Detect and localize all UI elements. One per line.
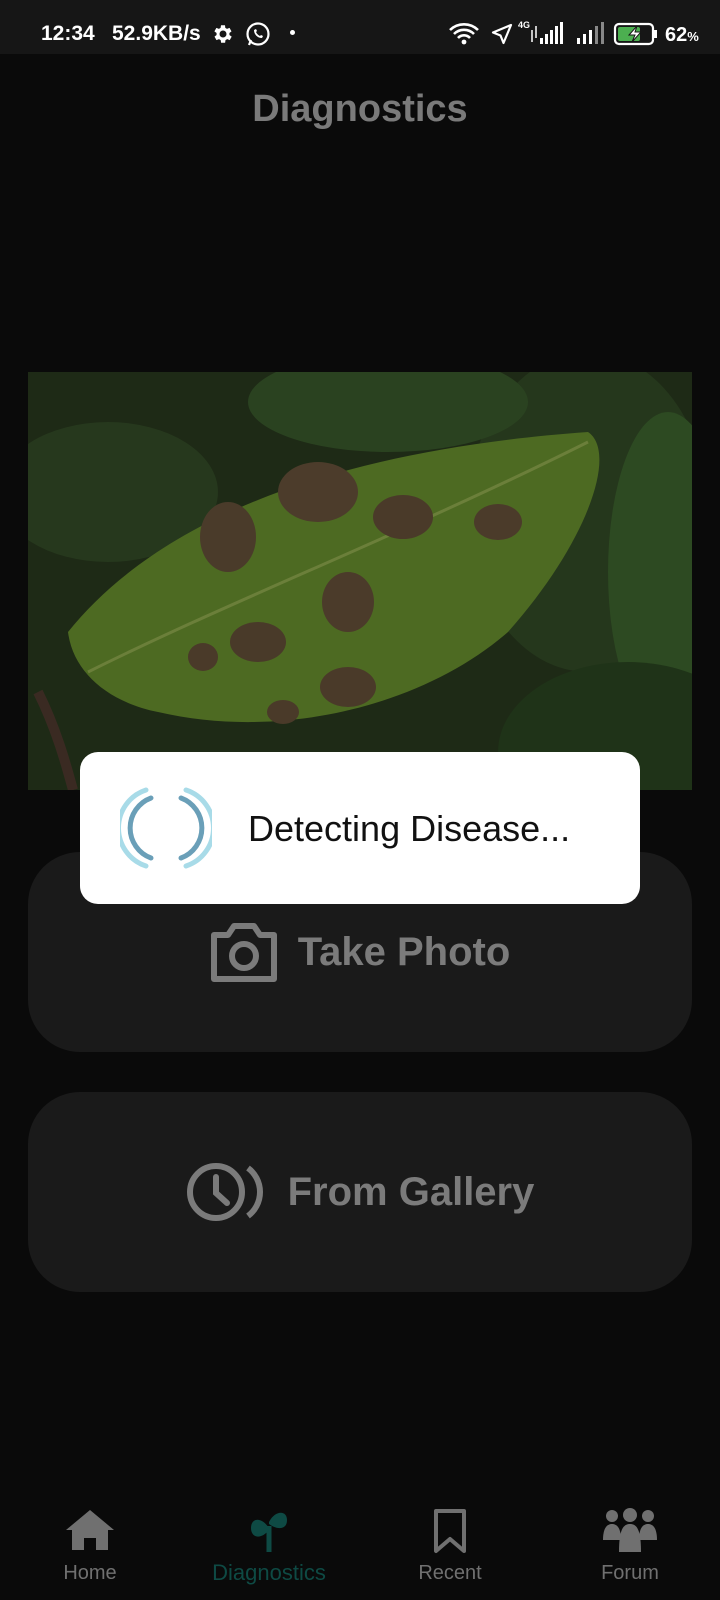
- loading-spinner-icon: [120, 787, 212, 869]
- people-icon: [603, 1508, 657, 1552]
- camera-icon: [210, 923, 277, 982]
- bottom-navigation: Home Diagnostics Recent Forum: [0, 1490, 720, 1600]
- page-title: Diagnostics: [252, 88, 468, 130]
- location-arrow-icon: [491, 23, 513, 45]
- nav-label-forum: Forum: [601, 1562, 659, 1584]
- gallery-clock-icon: [186, 1163, 263, 1221]
- nav-item-forum[interactable]: Forum: [545, 1490, 715, 1600]
- nav-item-home[interactable]: Home: [5, 1490, 175, 1600]
- notification-dot: [290, 30, 295, 35]
- status-bar: 12:34 52.9KB/s 4G 62%: [0, 0, 720, 54]
- signal-strength-icon: [531, 22, 563, 44]
- status-network-speed: 52.9KB/s: [112, 22, 201, 45]
- battery-charging-icon: [613, 22, 657, 46]
- bookmark-icon: [434, 1509, 466, 1553]
- plant-icon: [251, 1512, 287, 1552]
- leaf-photo: [28, 372, 692, 790]
- battery-percent-unit: %: [687, 29, 699, 44]
- loading-dialog: Detecting Disease...: [80, 752, 640, 904]
- network-type: 4G: [518, 20, 531, 30]
- nav-label-home: Home: [63, 1562, 117, 1584]
- nav-item-recent[interactable]: Recent: [365, 1490, 535, 1600]
- take-photo-label: Take Photo: [297, 929, 511, 974]
- wifi-icon: [449, 23, 479, 45]
- whatsapp-icon: [246, 22, 270, 46]
- from-gallery-button[interactable]: From Gallery: [28, 1092, 692, 1292]
- diagnosis-image: [28, 372, 692, 790]
- gear-icon: [214, 25, 232, 43]
- nav-label-recent: Recent: [418, 1562, 482, 1584]
- loading-message: Detecting Disease...: [248, 808, 571, 849]
- nav-item-diagnostics[interactable]: Diagnostics: [184, 1490, 354, 1600]
- nav-label-diagnostics: Diagnostics: [212, 1560, 326, 1585]
- battery-percent: 62%: [665, 24, 699, 47]
- status-time: 12:34: [41, 22, 95, 45]
- home-icon: [66, 1510, 114, 1550]
- from-gallery-label: From Gallery: [287, 1169, 535, 1214]
- battery-percent-value: 62: [665, 24, 688, 46]
- signal-strength-secondary-icon: [577, 22, 604, 44]
